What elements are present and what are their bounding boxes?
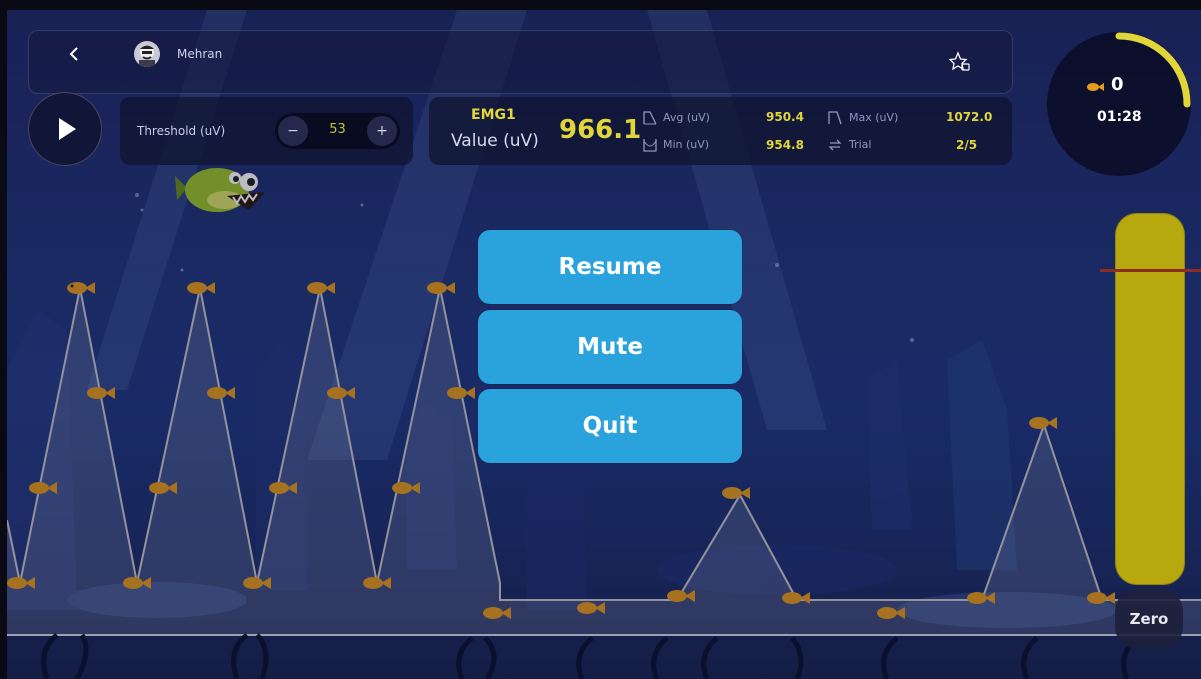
avatar[interactable] (134, 41, 160, 67)
threshold-increase-button[interactable]: + (367, 116, 397, 146)
max-icon (828, 111, 842, 125)
seaweed (41, 633, 1139, 679)
timer-circle: 0 01:28 (1047, 32, 1191, 176)
max-label: Max (uV) (849, 111, 899, 124)
player-name: Mehran (177, 47, 223, 61)
trial-icon (828, 139, 842, 151)
emg-panel: EMG1 Value (uV) 966.1 Avg (uV) 950.4 Min… (429, 97, 1012, 165)
timer-progress-ring (1115, 32, 1191, 108)
score-value: 0 (1111, 74, 1124, 95)
emg-channel: EMG1 (471, 107, 516, 123)
zero-button[interactable]: Zero (1115, 589, 1183, 649)
fish-icon (1087, 83, 1104, 91)
threshold-marker (1100, 269, 1201, 272)
quit-button[interactable]: Quit (478, 389, 742, 463)
play-icon (59, 118, 76, 140)
emg-value-label: Value (uV) (451, 131, 539, 151)
min-value: 954.8 (766, 138, 804, 152)
top-bar (28, 30, 1013, 94)
mute-button[interactable]: Mute (478, 310, 742, 384)
min-label: Min (uV) (663, 138, 710, 151)
threshold-panel: Threshold (uV) − 53 + (120, 97, 413, 165)
threshold-decrease-button[interactable]: − (278, 116, 308, 146)
avg-label: Avg (uV) (663, 111, 710, 124)
play-button[interactable] (28, 92, 102, 166)
avatar-icon (139, 45, 155, 67)
timer-value: 01:28 (1097, 109, 1142, 125)
emg-value: 966.1 (559, 115, 642, 145)
trial-label: Trial (849, 138, 872, 151)
min-icon (643, 139, 657, 152)
threshold-value: 53 (329, 122, 346, 137)
threshold-label: Threshold (uV) (137, 124, 226, 138)
trial-value: 2/5 (956, 138, 978, 152)
resume-button[interactable]: Resume (478, 230, 742, 304)
avg-icon (643, 111, 657, 125)
threshold-stepper: − 53 + (275, 113, 400, 149)
star-badge-icon[interactable] (948, 50, 972, 74)
avg-value: 950.4 (766, 110, 804, 124)
back-arrow-icon[interactable] (65, 44, 85, 64)
max-value: 1072.0 (946, 110, 993, 124)
game-stage: Mehran Threshold (uV) − 53 + EMG1 Value … (7, 10, 1201, 679)
